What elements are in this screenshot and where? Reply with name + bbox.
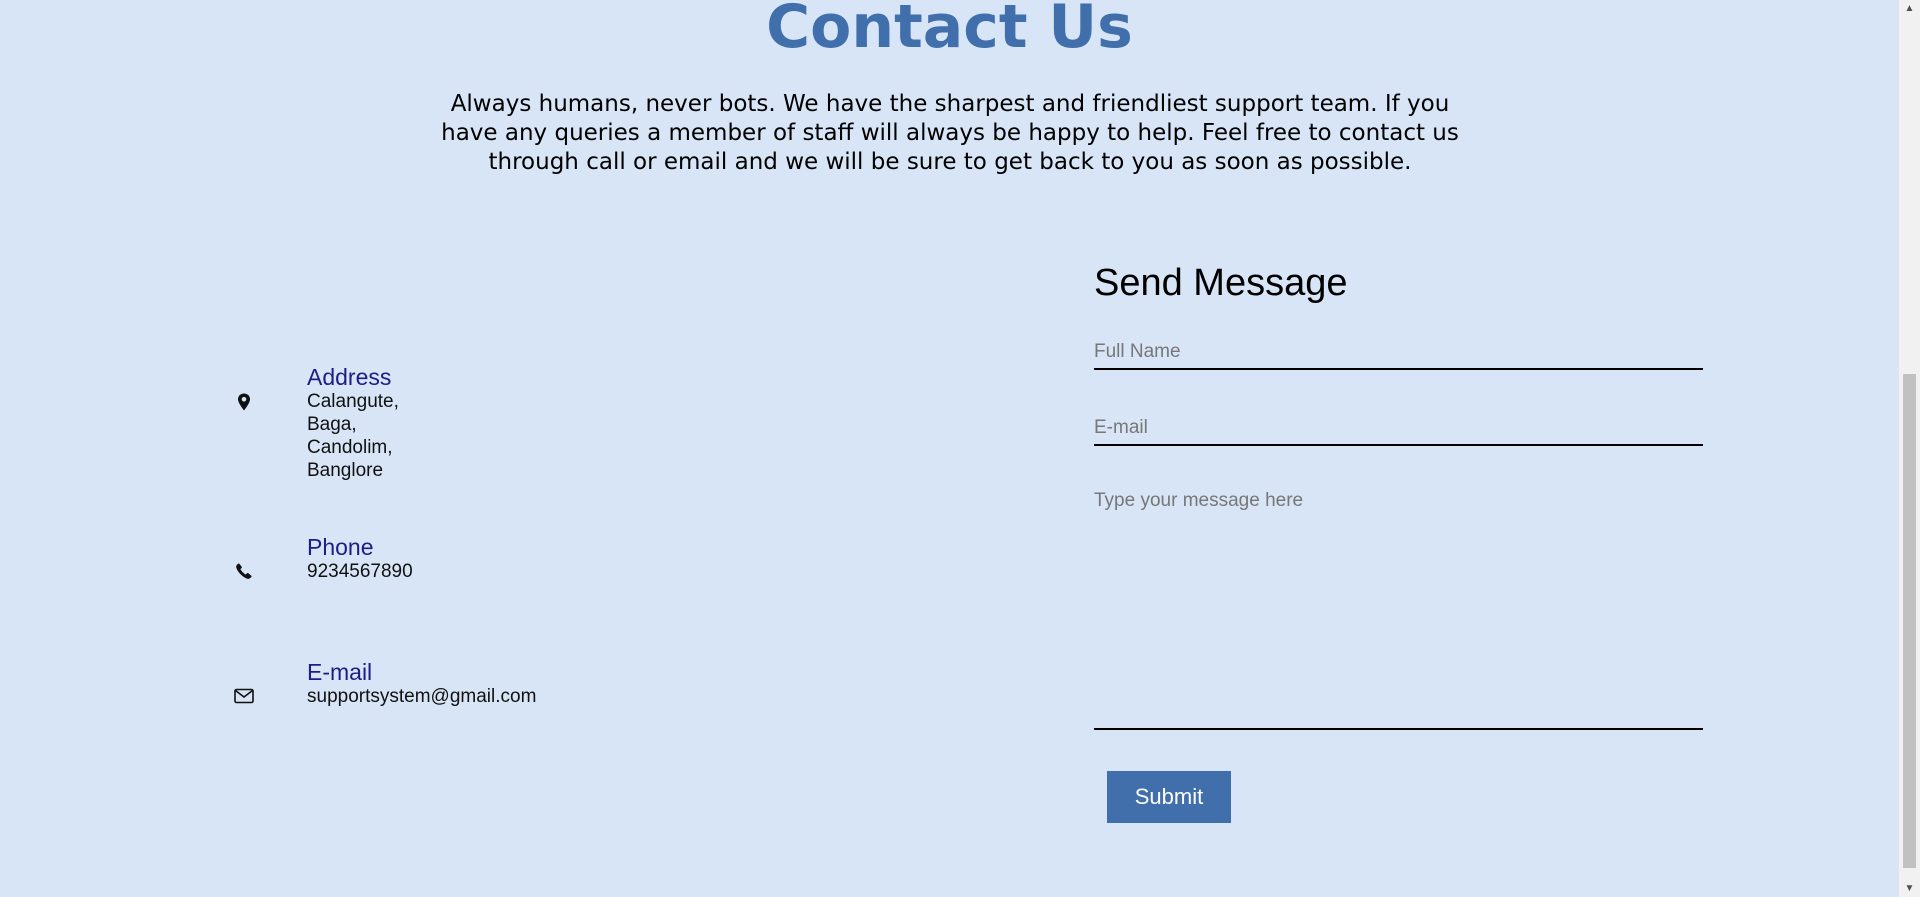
full-name-input[interactable] — [1094, 336, 1703, 370]
scrollbar-thumb[interactable] — [1903, 374, 1916, 868]
submit-button[interactable]: Submit — [1107, 771, 1231, 823]
scroll-up-arrow-icon[interactable]: ▲ — [1899, 0, 1920, 17]
phone-number[interactable]: 9234567890 — [307, 560, 413, 583]
scroll-down-arrow-icon[interactable]: ▼ — [1899, 880, 1920, 897]
phone-icon — [232, 559, 256, 583]
email-text: E-mail supportsystem@gmail.com — [307, 659, 536, 708]
form-title: Send Message — [1094, 262, 1348, 304]
address-line: Candolim, — [307, 437, 393, 458]
address-line: Calangute, — [307, 391, 399, 412]
intro-paragraph: Always humans, never bots. We have the s… — [441, 91, 1459, 175]
address-text: Address Calangute, Baga, Candolim, Bangl… — [307, 364, 399, 482]
page-title: Contact Us — [766, 0, 1133, 62]
vertical-scrollbar[interactable]: ▲ ▼ — [1899, 0, 1920, 897]
email-input[interactable] — [1094, 412, 1703, 446]
email-address[interactable]: supportsystem@gmail.com — [307, 685, 536, 708]
address-line: Baga, — [307, 414, 357, 435]
envelope-icon — [232, 684, 256, 708]
contact-page: Contact Us Always humans, never bots. We… — [0, 0, 1899, 897]
phone-text: Phone 9234567890 — [307, 534, 413, 583]
address-heading: Address — [307, 364, 392, 390]
phone-heading: Phone — [307, 534, 374, 560]
message-textarea[interactable] — [1094, 487, 1703, 730]
map-pin-icon — [232, 390, 256, 414]
email-heading: E-mail — [307, 659, 373, 685]
address-line: Banglore — [307, 460, 384, 481]
